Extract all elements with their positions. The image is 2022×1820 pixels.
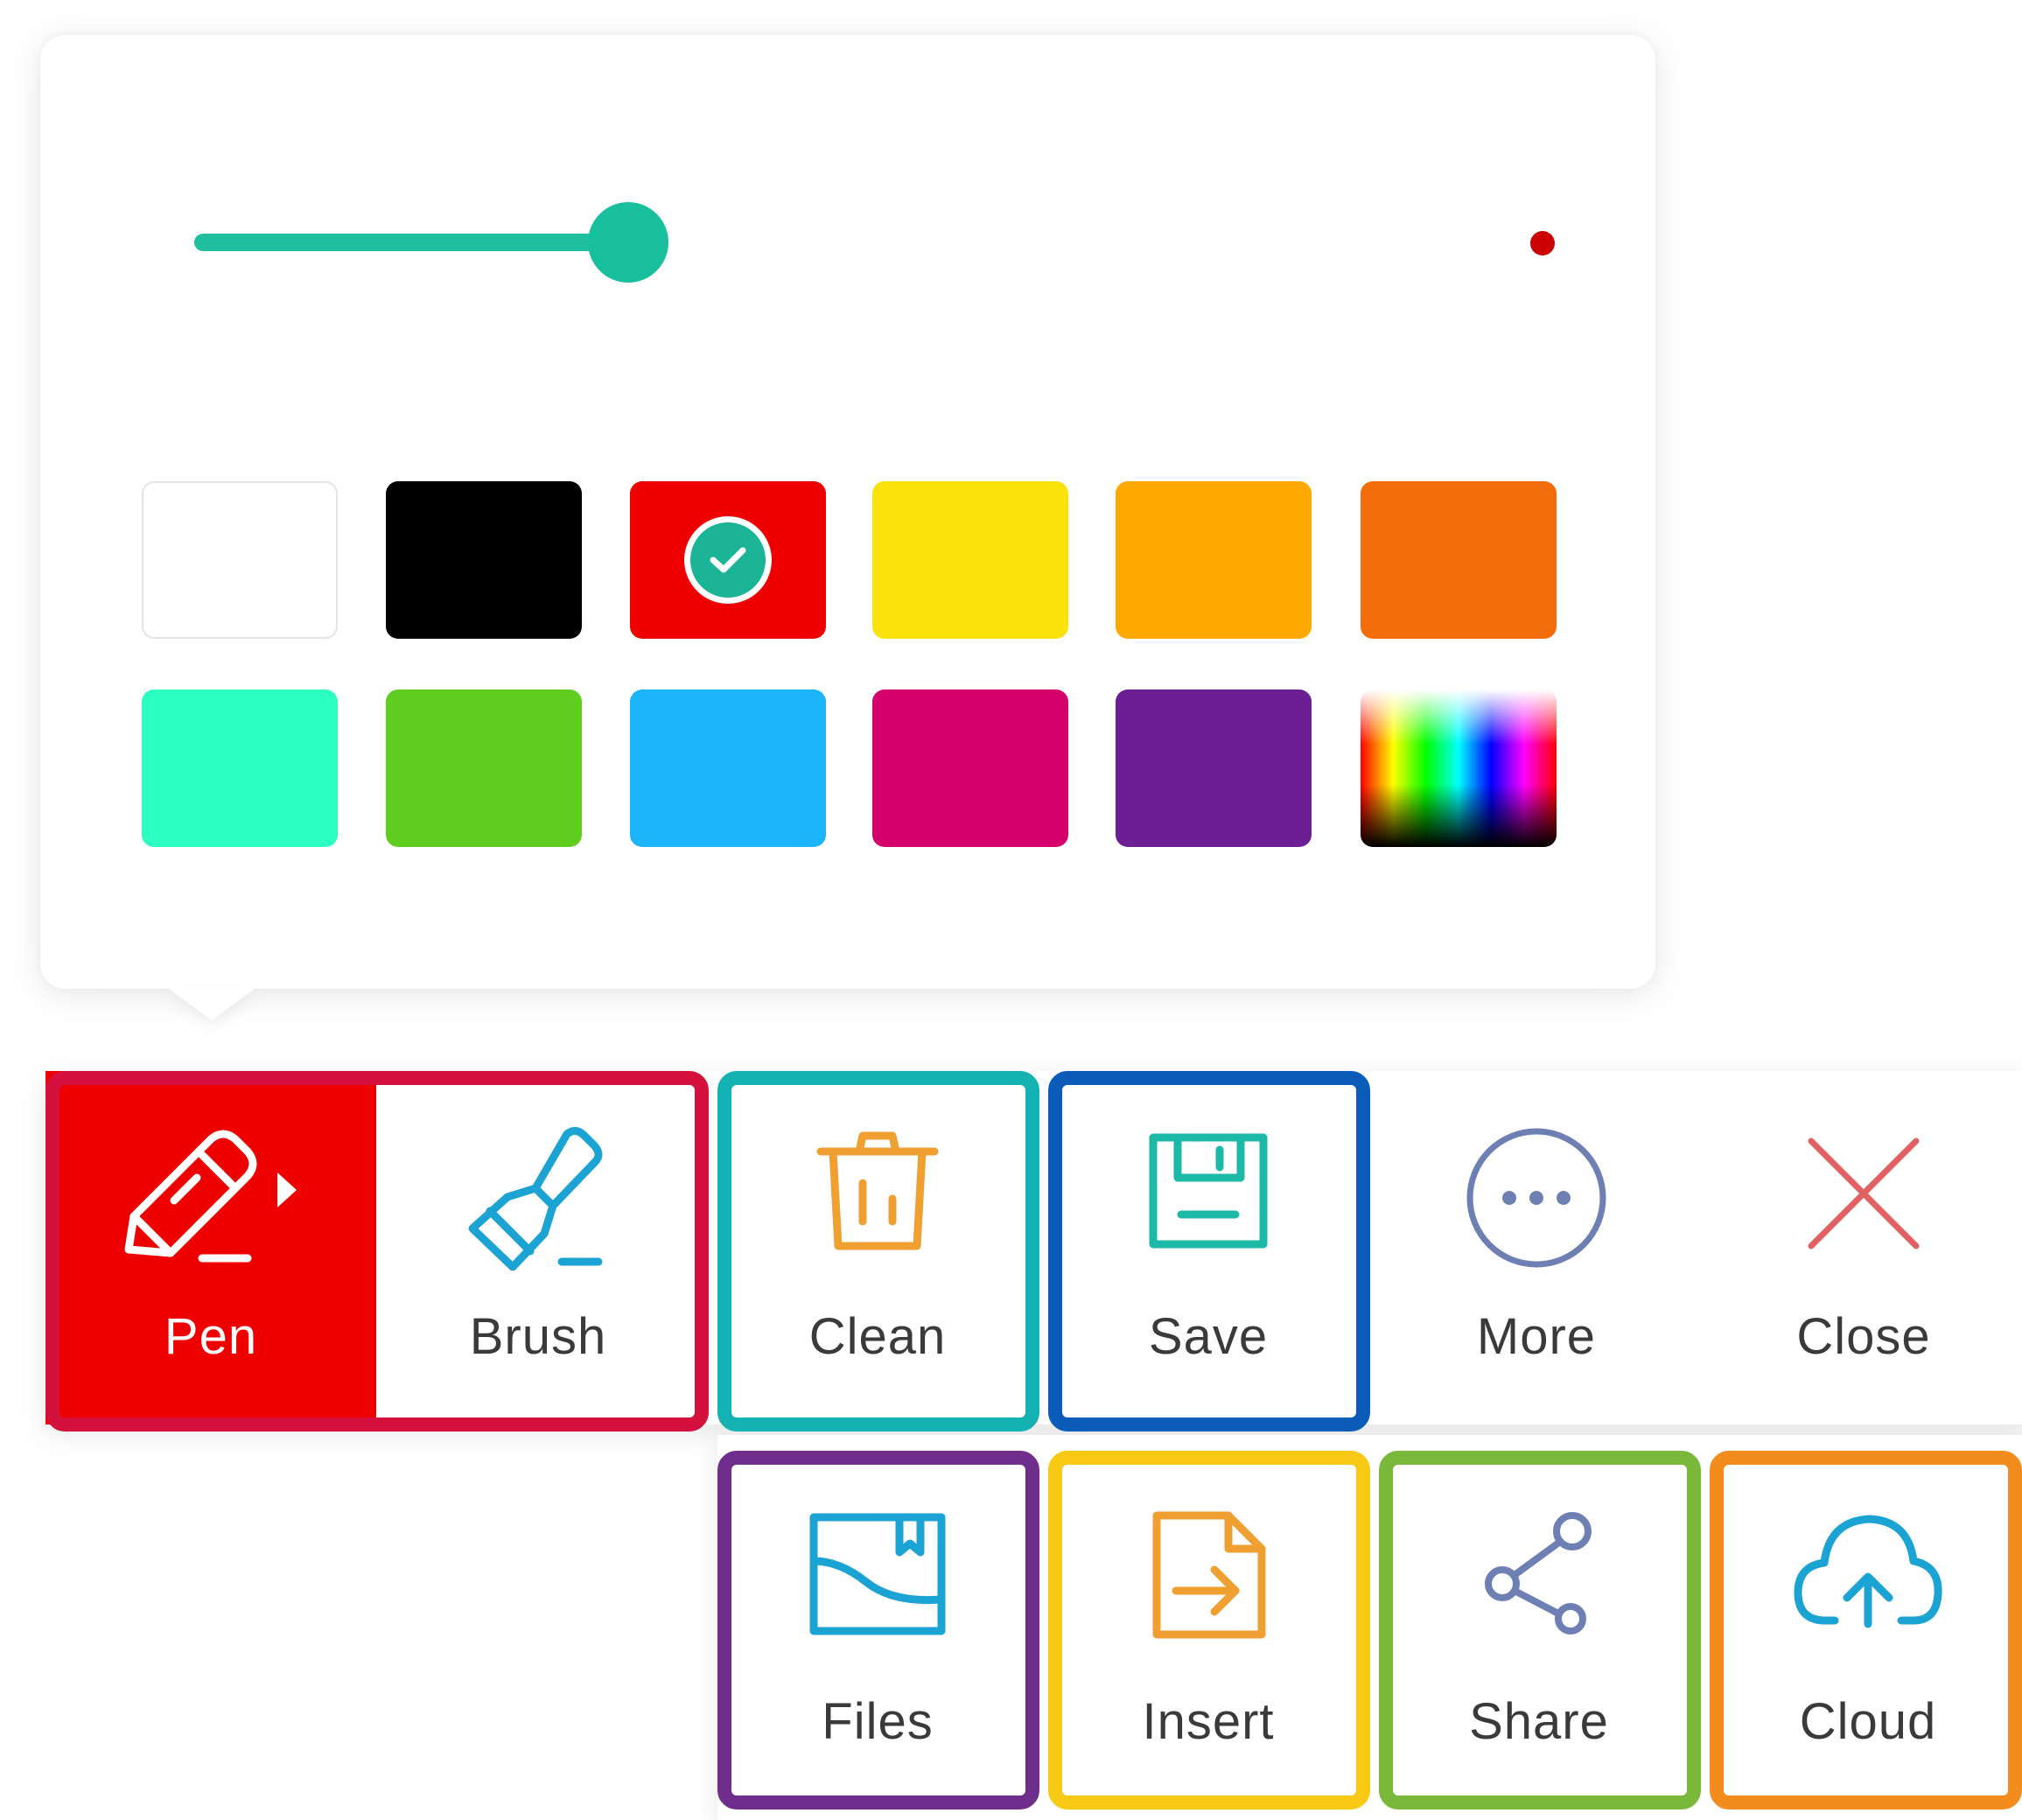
- color-swatch-red[interactable]: [630, 481, 826, 639]
- share-button[interactable]: Share: [1393, 1463, 1685, 1796]
- insert-label: Insert: [1142, 1693, 1275, 1750]
- selected-check-icon: [684, 516, 772, 604]
- pen-size-slider-thumb[interactable]: [588, 202, 668, 283]
- trash-icon: [816, 1131, 939, 1250]
- color-swatch-custom-spectrum[interactable]: [1361, 690, 1557, 847]
- color-swatch-magenta[interactable]: [872, 690, 1068, 847]
- more-dots-icon: [1466, 1128, 1606, 1268]
- insert-file-icon: [1152, 1511, 1266, 1639]
- brush-icon: [468, 1127, 603, 1270]
- pen-size-slider[interactable]: [194, 234, 632, 251]
- save-button[interactable]: Save: [1055, 1082, 1361, 1414]
- share-icon: [1485, 1512, 1592, 1634]
- close-button[interactable]: Close: [1715, 1082, 2012, 1414]
- files-button[interactable]: Files: [731, 1463, 1024, 1796]
- popover-arrow: [166, 987, 257, 1020]
- cloud-button[interactable]: Cloud: [1724, 1463, 2012, 1796]
- pen-icon: [124, 1130, 297, 1263]
- pen-size-preview: [1530, 231, 1555, 256]
- share-label: Share: [1469, 1693, 1609, 1750]
- cloud-label: Cloud: [1799, 1693, 1937, 1750]
- insert-button[interactable]: Insert: [1062, 1463, 1354, 1796]
- cloud-upload-icon: [1794, 1515, 1942, 1628]
- color-swatch-green[interactable]: [386, 690, 582, 847]
- close-icon: [1808, 1138, 1920, 1250]
- color-swatch-purple[interactable]: [1116, 690, 1312, 847]
- brush-label: Brush: [469, 1308, 607, 1365]
- files-label: Files: [822, 1693, 934, 1750]
- color-swatch-black[interactable]: [386, 481, 582, 639]
- more-button[interactable]: More: [1388, 1082, 1685, 1414]
- color-swatch-amber[interactable]: [1116, 481, 1312, 639]
- color-swatch-orange[interactable]: [1361, 481, 1557, 639]
- save-label: Save: [1148, 1308, 1269, 1365]
- more-label: More: [1476, 1308, 1597, 1365]
- color-swatch-blue[interactable]: [630, 690, 826, 847]
- save-icon: [1149, 1133, 1268, 1249]
- pen-label: Pen: [164, 1308, 258, 1365]
- clean-label: Clean: [808, 1308, 947, 1365]
- folder-icon: [809, 1513, 946, 1635]
- clean-button[interactable]: Clean: [724, 1082, 1031, 1414]
- close-label: Close: [1796, 1308, 1931, 1365]
- pen-button[interactable]: Pen: [45, 1071, 376, 1424]
- color-swatch-yellow[interactable]: [872, 481, 1068, 639]
- color-swatch-mint[interactable]: [142, 690, 338, 847]
- color-swatch-white[interactable]: [142, 481, 338, 639]
- brush-button[interactable]: Brush: [376, 1082, 700, 1414]
